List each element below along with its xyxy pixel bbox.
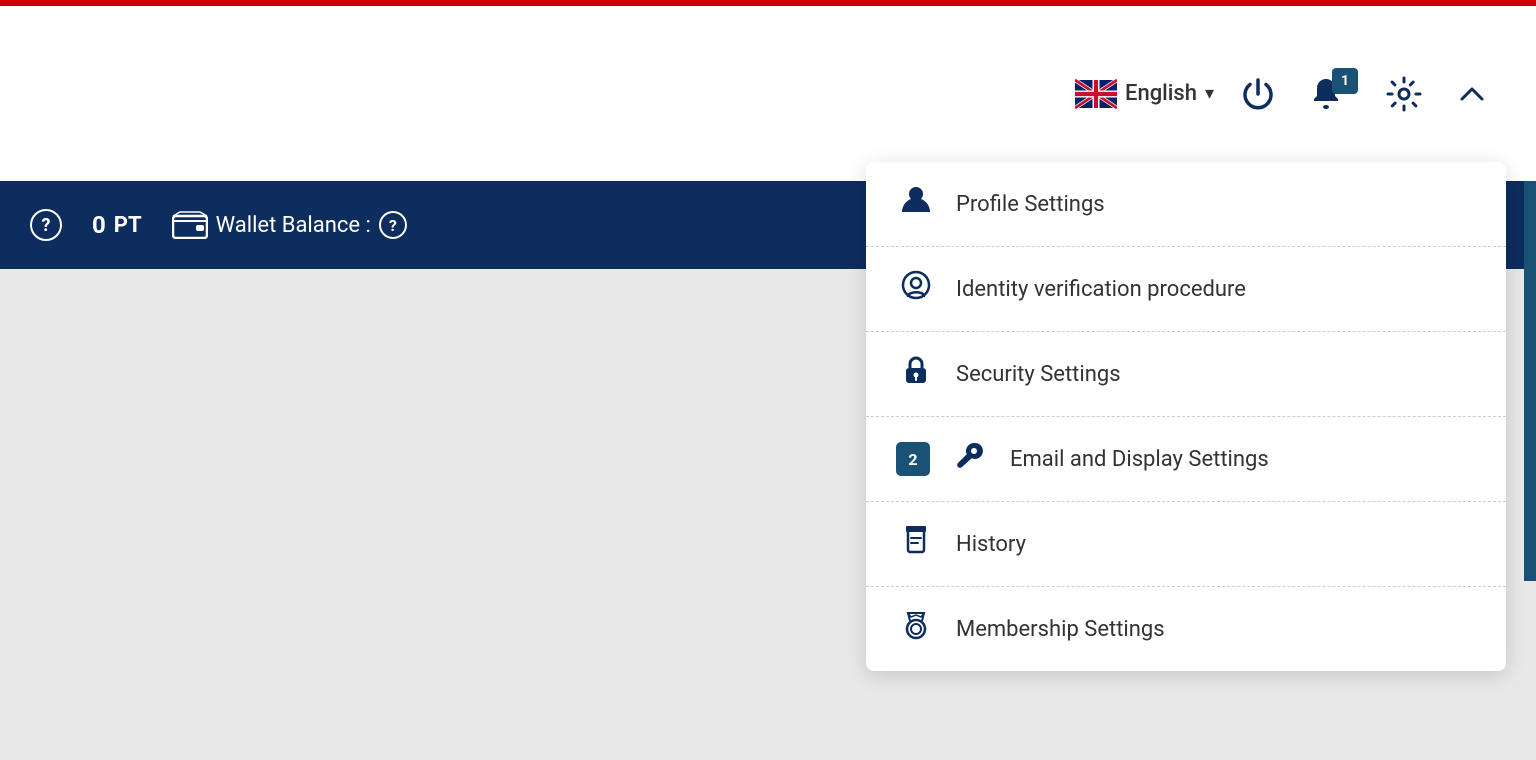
power-icon	[1240, 76, 1276, 112]
nav-help-icon[interactable]: ?	[30, 209, 62, 241]
menu-item-membership-settings[interactable]: Membership Settings	[866, 587, 1506, 671]
menu-item-profile-settings[interactable]: Profile Settings	[866, 162, 1506, 247]
scrollbar[interactable]	[1524, 181, 1536, 581]
profile-settings-label: Profile Settings	[956, 192, 1105, 217]
header: English ▾ 1	[0, 6, 1536, 181]
membership-settings-label: Membership Settings	[956, 617, 1165, 642]
lock-icon	[896, 354, 936, 394]
email-display-settings-label: Email and Display Settings	[1010, 447, 1269, 472]
wrench-icon	[950, 439, 990, 479]
wallet-label: Wallet Balance :	[216, 213, 371, 238]
collapse-button[interactable]	[1448, 70, 1496, 118]
language-selector[interactable]: English ▾	[1075, 79, 1214, 109]
nav-points: 0 PT	[92, 211, 142, 239]
user-icon	[896, 184, 936, 224]
menu-item-security-settings[interactable]: Security Settings	[866, 332, 1506, 417]
notification-button[interactable]: 1	[1302, 70, 1350, 118]
menu-item-identity-verification[interactable]: Identity verification procedure	[866, 247, 1506, 332]
email-settings-badge: 2	[896, 442, 930, 476]
points-value: 0	[92, 211, 106, 239]
dropdown-menu: Profile Settings Identity verification p…	[866, 162, 1506, 671]
gear-icon	[1386, 76, 1422, 112]
nav-wallet: Wallet Balance : ?	[172, 211, 407, 239]
identity-icon	[896, 269, 936, 309]
language-chevron-icon: ▾	[1205, 83, 1214, 104]
menu-item-history[interactable]: History	[866, 502, 1506, 587]
wallet-icon	[172, 211, 208, 239]
language-label: English	[1125, 81, 1197, 106]
history-label: History	[956, 532, 1026, 557]
history-icon	[896, 524, 936, 564]
power-button[interactable]	[1234, 70, 1282, 118]
header-controls: English ▾ 1	[1075, 70, 1496, 118]
settings-button[interactable]	[1380, 70, 1428, 118]
medal-icon	[896, 609, 936, 649]
menu-item-email-display-settings[interactable]: 2 Email and Display Settings	[866, 417, 1506, 502]
points-label: PT	[114, 213, 142, 238]
uk-flag-icon	[1075, 79, 1117, 109]
identity-verification-label: Identity verification procedure	[956, 277, 1246, 302]
security-settings-label: Security Settings	[956, 362, 1121, 387]
chevron-up-icon	[1457, 79, 1487, 109]
notification-badge: 1	[1332, 68, 1358, 94]
wallet-help-icon[interactable]: ?	[379, 211, 407, 239]
